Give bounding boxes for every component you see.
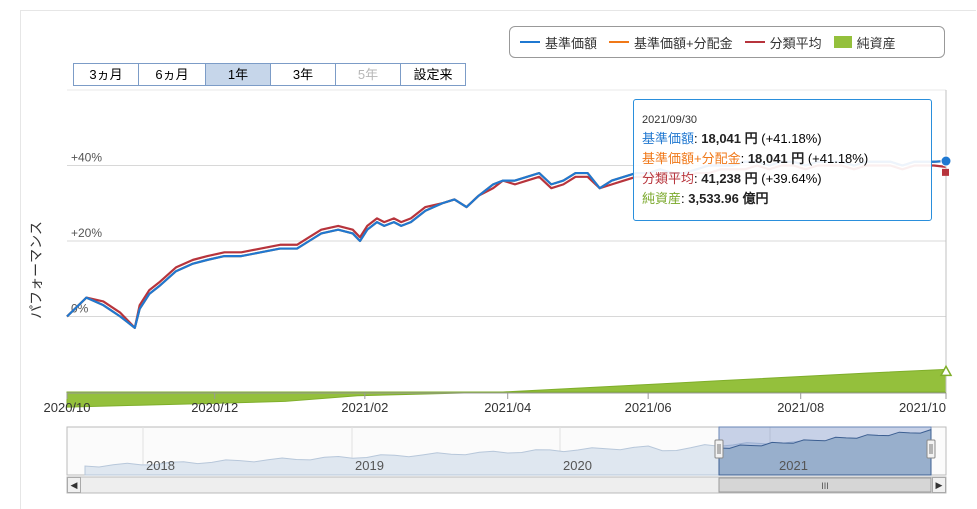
legend-swatch-net-assets [833,36,852,48]
navigator-year-label: 2018 [146,458,175,473]
scrollbar-grip: III [821,481,829,491]
tooltip-assets-label: 純資産 [642,191,682,206]
legend-label-nav-dist: 基準価額+分配金 [634,35,733,51]
range-button-3y[interactable]: 3年 [271,64,336,85]
legend-swatch-category-avg [744,41,765,43]
x-tick-label: 2020/10 [44,400,91,415]
tooltip-nav-value: 18,041 円 [701,131,758,146]
chart-legend: 基準価額 基準価額+分配金 分類平均 純資産 [509,26,945,58]
legend-label-nav: 基準価額 [545,35,598,51]
x-tick-label: 2021/02 [341,400,388,415]
legend-item-category-avg[interactable]: 分類平均 [744,33,822,52]
range-button-3m[interactable]: 3ヵ月 [74,64,139,85]
tooltip-navdist-change: (+41.18%) [807,151,869,166]
tooltip-nav-change: (+41.18%) [761,131,822,146]
tooltip-row-avg: 分類平均: 41,238 円 (+39.64%) [642,171,822,186]
legend-label-category-avg: 分類平均 [769,35,822,51]
tooltip-navdist-value: 18,041 円 [747,151,805,166]
y-axis-title: パフォーマンス [28,221,44,319]
legend-item-net-assets[interactable]: 純資産 [833,33,896,52]
tooltip-row-nav: 基準価額: 18,041 円 (+41.18%) [642,131,822,146]
navigator-year-label: 2020 [563,458,592,473]
marker-category-avg [942,168,949,176]
navigator-handle-right[interactable] [926,439,936,459]
tooltip-avg-change: (+39.64%) [761,171,822,186]
y-tick-label: +20% [71,226,102,240]
marker-nav [940,155,952,167]
tooltip-row-nav-dist: 基準価額+分配金: 18,041 円 (+41.18%) [642,151,869,166]
x-tick-label: 2020/12 [191,400,238,415]
tooltip-date: 2021/09/30 [642,114,698,126]
tooltip-assets-value: 3,533.96 億円 [688,191,769,206]
navigator-year-label: 2019 [355,458,384,473]
range-button-1y[interactable]: 1年 [206,64,271,85]
navigator-handle-left[interactable] [714,439,724,459]
range-button-6m[interactable]: 6ヵ月 [139,64,206,85]
navigator-year-label: 2021 [779,458,808,473]
y-tick-label: +40% [71,151,102,165]
tooltip-navdist-label: 基準価額+分配金 [642,151,741,166]
legend-item-nav[interactable]: 基準価額 [520,33,597,52]
x-tick-label: 2021/08 [777,400,824,415]
tooltip-nav-label: 基準価額 [642,131,695,146]
tooltip-row-assets: 純資産: 3,533.96 億円 [642,191,769,206]
tooltip-avg-label: 分類平均 [642,171,695,186]
scroll-left-button[interactable]: ◀ [67,477,81,493]
scroll-right-button[interactable]: ▶ [932,477,946,493]
legend-item-nav-dist[interactable]: 基準価額+分配金 [609,33,733,52]
data-tooltip: 2021/09/30 基準価額: 18,041 円 (+41.18%) 基準価額… [633,99,932,221]
x-tick-label: 2021/10 [899,400,946,415]
range-button-since-inception[interactable]: 設定来 [401,64,465,85]
legend-swatch-nav [520,41,540,43]
range-selector: 3ヵ月 6ヵ月 1年 3年 5年 設定来 [73,63,466,86]
x-tick-label: 2021/06 [625,400,672,415]
range-button-5y: 5年 [336,64,401,85]
legend-swatch-nav-dist [609,41,630,43]
tooltip-avg-value: 41,238 円 [701,171,758,186]
legend-label-net-assets: 純資産 [856,35,896,51]
x-tick-label: 2021/04 [484,400,531,415]
